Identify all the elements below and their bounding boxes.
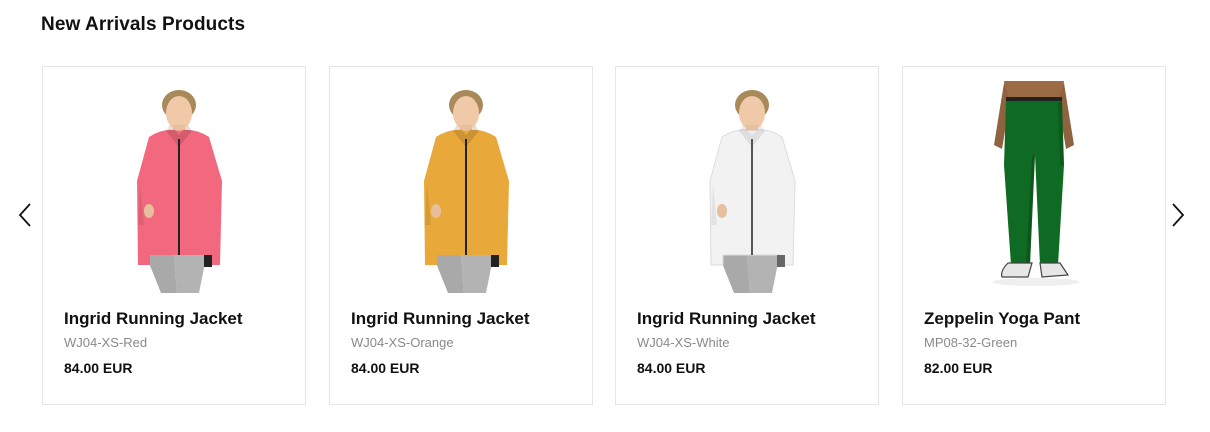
- product-price: 84.00 EUR: [351, 360, 420, 376]
- carousel-prev-button[interactable]: [10, 197, 40, 233]
- product-card[interactable]: Ingrid Running Jacket WJ04-XS-Orange 84.…: [329, 66, 593, 405]
- product-card[interactable]: Ingrid Running Jacket WJ04-XS-White 84.0…: [615, 66, 879, 405]
- jacket-image: [137, 90, 222, 293]
- jacket-image: [424, 90, 509, 293]
- product-price: 82.00 EUR: [924, 360, 993, 376]
- product-name[interactable]: Ingrid Running Jacket: [637, 309, 816, 329]
- section-title: New Arrivals Products: [41, 14, 246, 35]
- product-sku: WJ04-XS-Orange: [351, 335, 454, 350]
- product-image[interactable]: [43, 75, 305, 293]
- product-card[interactable]: Zeppelin Yoga Pant MP08-32-Green 82.00 E…: [902, 66, 1166, 405]
- product-image[interactable]: [903, 75, 1165, 293]
- product-sku: MP08-32-Green: [924, 335, 1018, 350]
- product-price: 84.00 EUR: [64, 360, 133, 376]
- chevron-right-icon: [1172, 203, 1185, 227]
- product-price: 84.00 EUR: [637, 360, 706, 376]
- product-image[interactable]: [330, 75, 592, 293]
- pant-image: [992, 81, 1080, 286]
- chevron-left-icon: [18, 203, 31, 227]
- carousel-next-button[interactable]: [1163, 197, 1193, 233]
- product-name[interactable]: Zeppelin Yoga Pant: [924, 309, 1080, 329]
- product-sku: WJ04-XS-Red: [64, 335, 148, 350]
- product-sku: WJ04-XS-White: [637, 335, 730, 350]
- product-image[interactable]: [616, 75, 878, 293]
- product-name[interactable]: Ingrid Running Jacket: [64, 309, 243, 329]
- product-card[interactable]: Ingrid Running Jacket WJ04-XS-Red 84.00 …: [42, 66, 306, 405]
- jacket-image: [709, 90, 796, 293]
- product-name[interactable]: Ingrid Running Jacket: [351, 309, 530, 329]
